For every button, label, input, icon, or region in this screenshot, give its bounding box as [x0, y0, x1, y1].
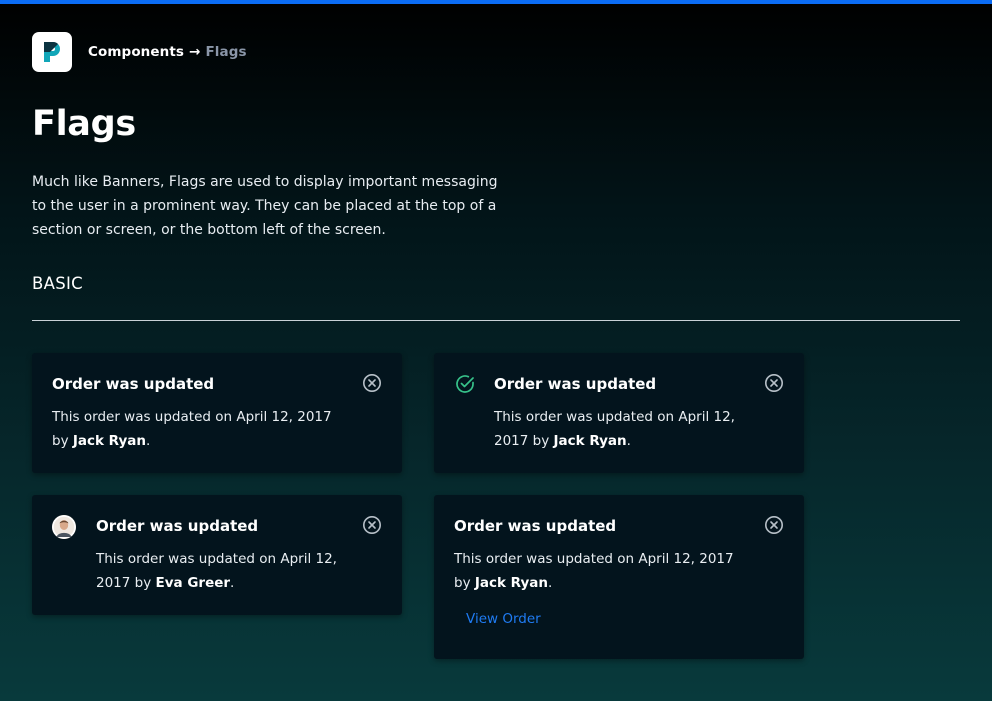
section-title: BASIC	[32, 274, 83, 293]
flag-basic: Order was updated This order was updated…	[32, 353, 402, 473]
close-circle-icon[interactable]	[764, 373, 784, 393]
page-description: Much like Banners, Flags are used to dis…	[32, 174, 498, 238]
flag-success: Order was updated This order was updated…	[434, 353, 804, 473]
flag-person: Eva Greer	[155, 575, 231, 591]
flag-with-action: Order was updated This order was updated…	[434, 495, 804, 659]
p-logo-icon[interactable]	[32, 32, 72, 72]
flag-body: This order was updated on April 12, 2017…	[96, 547, 354, 595]
section-divider	[32, 320, 960, 321]
view-order-link[interactable]: View Order	[466, 611, 541, 627]
flag-title: Order was updated	[494, 375, 657, 393]
avatar	[52, 515, 76, 539]
flag-body-suffix: .	[626, 433, 631, 449]
flag-body-suffix: .	[547, 575, 553, 591]
flag-person: Jack Ryan	[553, 433, 627, 449]
flag-body-suffix: .	[145, 433, 151, 449]
page-title: Flags	[32, 104, 136, 144]
breadcrumb: Components → Flags	[88, 44, 247, 60]
close-circle-icon[interactable]	[764, 515, 784, 535]
breadcrumb-components[interactable]: Components	[88, 44, 184, 60]
top-accent-bar	[0, 0, 992, 4]
flag-body: This order was updated on April 12, 2017…	[494, 405, 754, 453]
breadcrumb-current: Flags	[205, 44, 247, 60]
flag-title: Order was updated	[96, 517, 259, 535]
flag-body: This order was updated on April 12, 2017…	[454, 547, 744, 595]
flag-avatar: Order was updated This order was updated…	[32, 495, 402, 615]
flag-body-suffix: .	[230, 575, 235, 591]
check-circle-icon	[454, 373, 478, 397]
header: Components → Flags	[32, 32, 247, 72]
flag-person: Jack Ryan	[72, 433, 146, 449]
flag-title: Order was updated	[52, 375, 215, 393]
close-circle-icon[interactable]	[362, 515, 382, 535]
flag-title: Order was updated	[454, 517, 617, 535]
flag-body: This order was updated on April 12, 2017…	[52, 405, 342, 453]
breadcrumb-separator: →	[189, 44, 201, 60]
flag-person: Jack Ryan	[474, 575, 548, 591]
close-circle-icon[interactable]	[362, 373, 382, 393]
